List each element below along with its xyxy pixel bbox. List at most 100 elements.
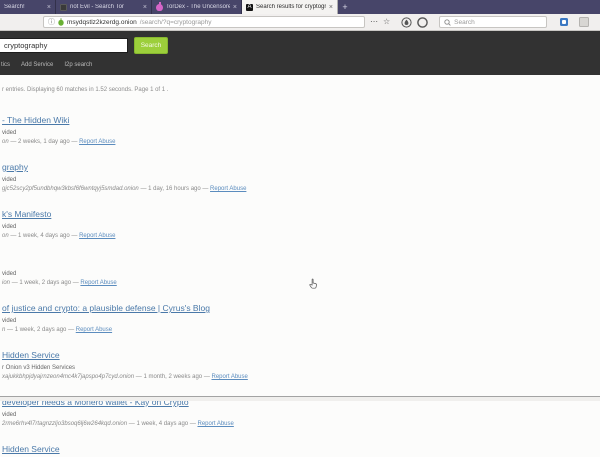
result-title-link[interactable]: graphy xyxy=(2,162,28,172)
result-title-link[interactable]: of justice and crypto: a plausible defen… xyxy=(2,303,210,313)
results-status: r entries. Displaying 60 matches in 1.52… xyxy=(2,87,600,93)
result-title-link[interactable]: k's Manifesto xyxy=(2,209,51,219)
tab-not-evil[interactable]: not Evil - Search Tor × xyxy=(56,0,152,14)
separator: — xyxy=(7,327,13,333)
search-result: graphy vided gjc52scy2pf5undbhqw3kbsf6f6… xyxy=(2,157,600,193)
separator: — xyxy=(204,374,210,380)
tab-close-icon[interactable]: × xyxy=(47,4,51,11)
new-tab-button[interactable]: + xyxy=(338,0,352,14)
result-description: vided xyxy=(2,177,600,184)
result-url-line: ion — 1 week, 2 days ago — Report Abuse xyxy=(2,280,600,287)
search-row: cryptography Search xyxy=(0,37,600,54)
tab-title: not Evil - Search Tor xyxy=(70,4,140,10)
tab-bar: Search! × not Evil - Search Tor × TorDex… xyxy=(0,0,600,14)
result-age: 1 month, 2 weeks ago xyxy=(143,374,202,380)
search-icon xyxy=(444,19,451,26)
nav-link-statistics[interactable]: tics xyxy=(1,62,10,68)
tordex-onion-favicon-icon xyxy=(156,4,163,11)
search-result: - The Hidden Wiki vided on — 2 weeks, 1 … xyxy=(2,110,600,146)
report-abuse-link[interactable]: Report Abuse xyxy=(211,374,247,380)
page-actions-icon[interactable]: ⋯ xyxy=(370,17,378,27)
separator: — xyxy=(202,186,208,192)
header-nav: tics Add Service I2p search xyxy=(0,62,600,68)
result-title-link[interactable]: Hidden Service xyxy=(2,444,60,454)
ahmia-favicon-icon: A xyxy=(246,4,253,11)
query-input[interactable]: cryptography xyxy=(0,38,128,53)
separator: — xyxy=(140,186,146,192)
separator: — xyxy=(10,139,16,145)
report-abuse-link[interactable]: Report Abuse xyxy=(79,233,115,239)
result-url-line: gjc52scy2pf5undbhqw3kbsf6f6wntqyj5smdad.… xyxy=(2,186,600,193)
window-bottom-edge xyxy=(0,396,600,401)
tab-close-icon[interactable]: × xyxy=(233,4,237,11)
tab-title: Search! xyxy=(4,4,44,10)
navigation-toolbar: ⓘ msydqstlz2kzerdg.onion/search/?q=crypt… xyxy=(0,14,600,31)
tab-title: TorDex - The Uncensored Tor li xyxy=(166,4,230,10)
result-onion-url: ion xyxy=(2,280,10,286)
result-onion-url: on xyxy=(2,139,9,145)
result-age: 2 weeks, 1 day ago xyxy=(18,139,70,145)
result-onion-url: 2rme6rhv4l7rtagnzzljo3bsoq6lj6w264kqd.on… xyxy=(2,421,127,427)
tab-close-icon[interactable]: × xyxy=(329,4,333,11)
report-abuse-link[interactable]: Report Abuse xyxy=(80,280,116,286)
search-result: of justice and crypto: a plausible defen… xyxy=(2,298,600,334)
result-url-line: on — 1 week, 4 days ago — Report Abuse xyxy=(2,233,600,240)
search-result: vided ion — 1 week, 2 days ago — Report … xyxy=(2,251,600,287)
search-placeholder: Search xyxy=(454,19,475,26)
result-url-line: on — 2 weeks, 1 day ago — Report Abuse xyxy=(2,139,600,146)
bookmark-star-icon[interactable]: ☆ xyxy=(383,17,390,27)
onion-security-icon xyxy=(58,18,64,26)
search-result: k's Manifesto vided on — 1 week, 4 days … xyxy=(2,204,600,240)
result-url-line: n — 1 week, 2 days ago — Report Abuse xyxy=(2,327,600,334)
search-result: Hidden Service xyxy=(2,439,600,457)
result-onion-url: on xyxy=(2,233,9,239)
extension-icon[interactable] xyxy=(560,18,568,26)
report-abuse-link[interactable]: Report Abuse xyxy=(210,186,246,192)
ahmia-header: cryptography Search tics Add Service I2p… xyxy=(0,31,600,75)
tab-title: Search results for cryptography xyxy=(256,4,326,10)
noscript-icon[interactable] xyxy=(417,17,428,28)
result-onion-url: xajukkbhpjdyajrnzeon4mc4k7japspo4p7cyd.o… xyxy=(2,374,134,380)
nav-link-i2p-search[interactable]: I2p search xyxy=(64,62,92,68)
result-age: 1 week, 4 days ago xyxy=(136,421,188,427)
result-age: 1 week, 4 days ago xyxy=(18,233,70,239)
tab-close-icon[interactable]: × xyxy=(143,4,147,11)
separator: — xyxy=(12,280,18,286)
separator: — xyxy=(10,233,16,239)
report-abuse-link[interactable]: Report Abuse xyxy=(76,327,112,333)
result-url-line: xajukkbhpjdyajrnzeon4mc4k7japspo4p7cyd.o… xyxy=(2,374,600,381)
tab-tordex[interactable]: TorDex - The Uncensored Tor li × xyxy=(152,0,242,14)
separator: — xyxy=(129,421,135,427)
result-description: vided xyxy=(2,412,600,419)
report-abuse-link[interactable]: Report Abuse xyxy=(79,139,115,145)
tor-circuit-icon[interactable] xyxy=(401,17,412,28)
url-path: /search/?q=cryptography xyxy=(140,19,212,26)
separator: — xyxy=(71,139,77,145)
url-bar[interactable]: ⓘ msydqstlz2kzerdg.onion/search/?q=crypt… xyxy=(43,16,365,28)
report-abuse-link[interactable]: Report Abuse xyxy=(197,421,233,427)
separator: — xyxy=(136,374,142,380)
search-result: Hidden Service r Onion v3 Hidden Service… xyxy=(2,345,600,381)
separator: — xyxy=(73,280,79,286)
separator: — xyxy=(68,327,74,333)
result-title-link[interactable]: - The Hidden Wiki xyxy=(2,115,69,125)
tab-search[interactable]: Search! × xyxy=(0,0,56,14)
result-title-link[interactable]: Hidden Service xyxy=(2,350,60,360)
search-button[interactable]: Search xyxy=(134,37,168,54)
result-description: r Onion v3 Hidden Services xyxy=(2,365,600,372)
menu-icon[interactable] xyxy=(579,17,589,27)
result-description: vided xyxy=(2,271,600,278)
tab-search-results-active[interactable]: A Search results for cryptography × xyxy=(242,0,338,14)
result-description: vided xyxy=(2,318,600,325)
separator: — xyxy=(190,421,196,427)
result-age: 1 week, 2 days ago xyxy=(19,280,71,286)
site-info-icon[interactable]: ⓘ xyxy=(48,19,55,26)
result-onion-url: n xyxy=(2,327,5,333)
result-age: 1 day, 16 hours ago xyxy=(148,186,201,192)
separator: — xyxy=(71,233,77,239)
nav-link-add-service[interactable]: Add Service xyxy=(21,62,53,68)
result-onion-url: gjc52scy2pf5undbhqw3kbsf6f6wntqyj5smdad.… xyxy=(2,186,139,192)
browser-search-field[interactable]: Search xyxy=(439,16,547,28)
result-url-line: 2rme6rhv4l7rtagnzzljo3bsoq6lj6w264kqd.on… xyxy=(2,421,600,428)
result-age: 1 week, 2 days ago xyxy=(15,327,67,333)
